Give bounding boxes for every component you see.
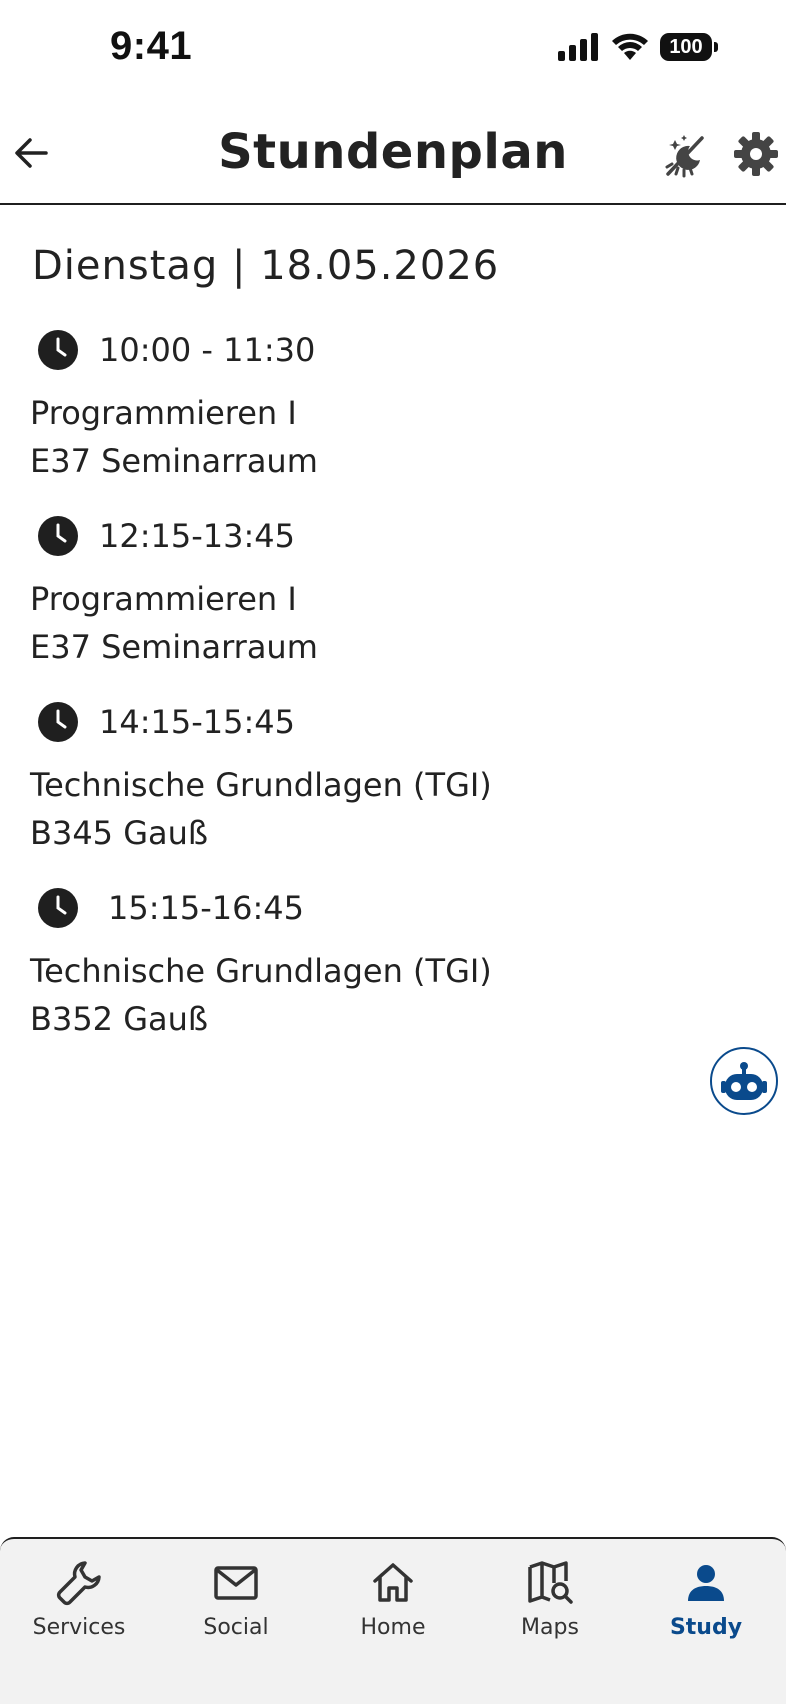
lesson-room: E37 Seminarraum — [30, 442, 318, 480]
nav-item-study[interactable]: Study — [641, 1559, 771, 1659]
battery-icon: 100 — [660, 33, 718, 61]
app-header: Stundenplan — [0, 112, 786, 205]
battery-level: 100 — [669, 35, 703, 58]
home-icon — [373, 1563, 413, 1602]
map-search-icon — [528, 1561, 573, 1604]
lesson-room: B345 Gauß — [30, 814, 209, 852]
wrench-icon — [56, 1561, 101, 1606]
lesson-time: 15:15-16:45 — [108, 889, 304, 927]
lesson-subject: Programmieren I — [30, 394, 297, 432]
clock-icon — [38, 888, 78, 928]
theme-toggle-button[interactable] — [660, 130, 708, 178]
lesson-time-row: 10:00 - 11:30 — [30, 327, 730, 373]
gear-icon — [734, 132, 778, 176]
person-icon — [688, 1565, 724, 1601]
lesson-subject: Programmieren I — [30, 580, 297, 618]
screen: 9:41 100 Stundenplan Dienstag | 18.05.20… — [0, 0, 786, 1704]
wifi-icon — [612, 33, 648, 60]
lesson-time: 14:15-15:45 — [99, 703, 295, 741]
status-bar: 9:41 100 — [0, 0, 786, 96]
lesson-time-row: 15:15-16:45 — [30, 885, 730, 931]
settings-button[interactable] — [732, 130, 780, 178]
lesson-time: 10:00 - 11:30 — [99, 331, 316, 369]
nav-item-home[interactable]: Home — [328, 1559, 458, 1659]
nav-label: Home — [360, 1615, 426, 1640]
nav-item-services[interactable]: Services — [14, 1559, 144, 1659]
clock-icon — [38, 702, 78, 742]
nav-item-social[interactable]: Social — [171, 1559, 301, 1659]
mail-icon — [214, 1566, 258, 1600]
clock-icon — [38, 516, 78, 556]
lesson-item: 15:15-16:45 Technische Grundlagen (TGI) … — [30, 885, 730, 1043]
lesson-time-row: 14:15-15:45 — [30, 699, 730, 745]
date-heading: Dienstag | 18.05.2026 — [32, 243, 500, 289]
lesson-item: 10:00 - 11:30 Programmieren I E37 Semina… — [30, 327, 730, 485]
lesson-room: E37 Seminarraum — [30, 628, 318, 666]
lesson-subject: Technische Grundlagen (TGI) — [30, 952, 492, 990]
nav-label: Maps — [521, 1615, 579, 1640]
bottom-nav: Services Social Home Maps Study — [0, 1537, 786, 1704]
nav-label: Services — [32, 1615, 126, 1640]
lesson-time-row: 12:15-13:45 — [30, 513, 730, 559]
lesson-time: 12:15-13:45 — [99, 517, 295, 555]
status-icons: 100 — [558, 32, 718, 62]
chatbot-button[interactable] — [710, 1047, 778, 1115]
clock-icon — [38, 330, 78, 370]
nav-label: Social — [203, 1615, 269, 1640]
signal-icon — [558, 33, 598, 61]
lesson-item: 12:15-13:45 Programmieren I E37 Seminarr… — [30, 513, 730, 671]
status-time: 9:41 — [110, 24, 193, 68]
lesson-room: B352 Gauß — [30, 1000, 209, 1038]
theme-toggle-icon — [665, 135, 704, 178]
nav-label: Study — [669, 1615, 743, 1640]
nav-item-maps[interactable]: Maps — [485, 1559, 615, 1659]
robot-icon — [721, 1062, 767, 1100]
lesson-item: 14:15-15:45 Technische Grundlagen (TGI) … — [30, 699, 730, 857]
lesson-subject: Technische Grundlagen (TGI) — [30, 766, 492, 804]
